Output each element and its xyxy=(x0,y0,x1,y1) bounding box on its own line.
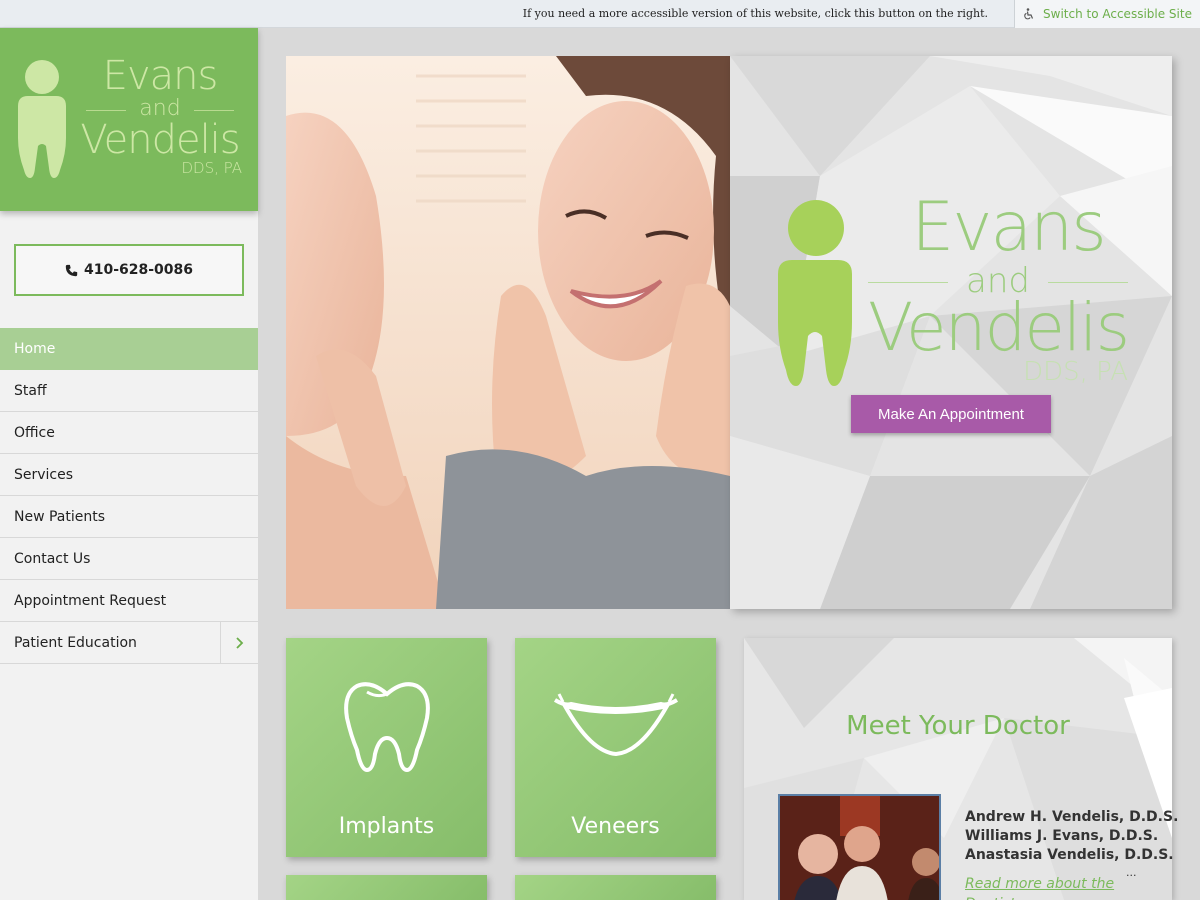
logo-wordmark: Evans and Vendelis DDS, PA xyxy=(72,54,248,176)
main-nav: Home Staff Office Services New Patients … xyxy=(0,328,258,664)
tile-veneers-label: Veneers xyxy=(571,814,660,839)
phone-icon xyxy=(65,264,78,276)
nav-item-patient-education[interactable]: Patient Education xyxy=(0,622,258,664)
logo-line-evans: Evans xyxy=(102,53,219,99)
nav-item-appointment-request[interactable]: Appointment Request xyxy=(0,580,258,622)
tile-third[interactable] xyxy=(286,875,487,900)
nav-item-staff[interactable]: Staff xyxy=(0,370,258,412)
chevron-right-icon xyxy=(235,636,243,649)
ellipsis: ... xyxy=(1126,866,1137,879)
nav-item-label: Staff xyxy=(14,383,47,399)
nav-item-label: Appointment Request xyxy=(14,593,167,609)
nav-item-label: Home xyxy=(14,341,56,357)
hero-logo-line-evans: Evans xyxy=(911,188,1106,267)
hero-logo-line-and: and xyxy=(868,264,1128,298)
smile-icon xyxy=(553,693,678,757)
nav-item-office[interactable]: Office xyxy=(0,412,258,454)
phone-number: 410-628-0086 xyxy=(83,262,194,278)
hero-logo-line-vendelis: Vendelis xyxy=(868,289,1130,366)
tile-implants[interactable]: Implants xyxy=(286,638,487,857)
logo-line-vendelis: Vendelis xyxy=(80,117,240,163)
doctor-name: Anastasia Vendelis, D.D.S. xyxy=(965,847,1174,863)
switch-accessible-site-label: Switch to Accessible Site xyxy=(1043,7,1192,21)
wheelchair-icon xyxy=(1024,8,1034,20)
tile-implants-label: Implants xyxy=(338,814,435,839)
tile-veneers[interactable]: Veneers xyxy=(515,638,716,857)
tooth-person-logo-icon xyxy=(18,60,66,178)
sidebar: Evans and Vendelis DDS, PA 410-628-0086 … xyxy=(0,28,258,900)
make-appointment-button[interactable]: Make An Appointment xyxy=(851,395,1051,433)
accessibility-bar: If you need a more accessible version of… xyxy=(0,0,1200,28)
logo-line-and: and xyxy=(72,98,248,120)
smiling-woman-mirror-image xyxy=(286,56,730,609)
nav-item-services[interactable]: Services xyxy=(0,454,258,496)
accessibility-message: If you need a more accessible version of… xyxy=(522,7,988,20)
tooth-icon xyxy=(343,682,430,773)
nav-item-contact-us[interactable]: Contact Us xyxy=(0,538,258,580)
site-logo[interactable]: Evans and Vendelis DDS, PA xyxy=(0,28,258,211)
read-more-dentists-link[interactable]: Read more about the Dentists xyxy=(965,874,1125,900)
doctors-group-photo xyxy=(780,796,939,900)
nav-item-new-patients[interactable]: New Patients xyxy=(0,496,258,538)
nav-item-label: New Patients xyxy=(14,509,106,525)
hero-logo-wordmark: Evans and Vendelis DDS, PA xyxy=(868,188,1130,385)
tooth-person-hero-logo-icon xyxy=(778,200,852,386)
doctor-name: Williams J. Evans, D.D.S. xyxy=(965,828,1159,844)
nav-item-label: Patient Education xyxy=(14,635,137,651)
nav-item-label: Services xyxy=(14,467,74,483)
submenu-expand-button[interactable] xyxy=(220,622,258,663)
nav-item-label: Office xyxy=(14,425,55,441)
nav-item-home[interactable]: Home xyxy=(0,328,258,370)
nav-item-label: Contact Us xyxy=(14,551,91,567)
doctor-photo xyxy=(778,794,941,900)
doctor-names-list: Andrew H. Vendelis, D.D.S. Williams J. E… xyxy=(965,808,1178,865)
meet-doctor-title: Meet Your Doctor xyxy=(846,711,1070,741)
hero-photo xyxy=(286,56,730,609)
phone-button[interactable]: 410-628-0086 xyxy=(14,244,244,296)
switch-accessible-site-button[interactable]: Switch to Accessible Site xyxy=(1014,0,1200,28)
tile-fourth[interactable] xyxy=(515,875,716,900)
doctor-name: Andrew H. Vendelis, D.D.S. xyxy=(965,809,1179,825)
